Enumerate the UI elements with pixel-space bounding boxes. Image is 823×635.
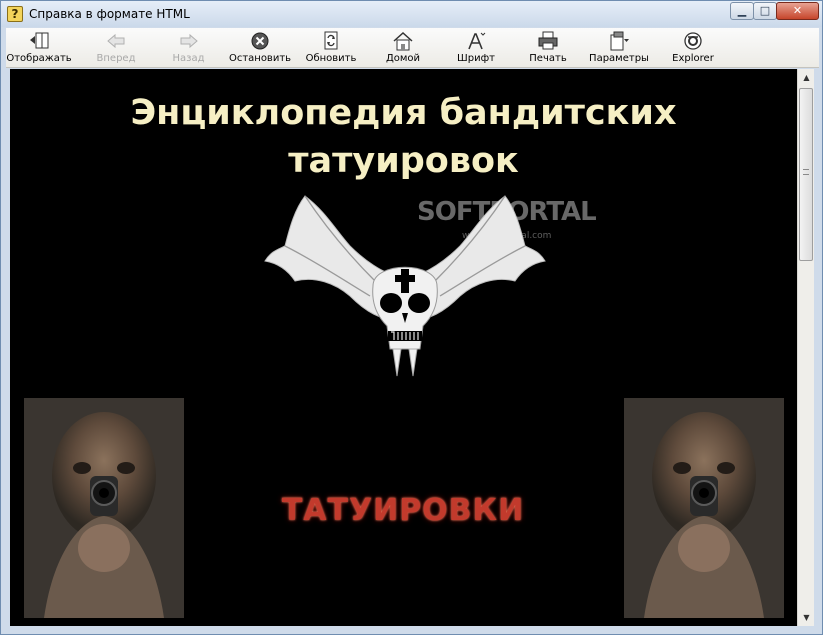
minimize-icon: ▁: [737, 4, 747, 17]
page-title-line1: Энциклопедия бандитских: [130, 93, 677, 133]
title-bar[interactable]: ? Справка в формате HTML ▁ □ ✕: [1, 1, 822, 27]
gunman-image-left: [24, 398, 184, 618]
show-button-label: Отображать: [6, 53, 72, 64]
arrow-right-icon: [180, 33, 198, 49]
minimize-button[interactable]: ▁: [730, 2, 754, 20]
close-icon: ✕: [792, 4, 803, 17]
home-button-label: Домой: [385, 53, 421, 64]
show-button[interactable]: Отображать: [6, 28, 72, 68]
scroll-down-arrow-icon[interactable]: ▼: [798, 609, 815, 626]
options-button[interactable]: Параметры: [586, 28, 652, 68]
scrollbar-thumb[interactable]: [799, 88, 813, 261]
back-button-label: Назад: [172, 53, 205, 64]
show-pane-icon: [30, 32, 49, 49]
stop-button-label: Остановить: [228, 53, 292, 64]
maximize-button[interactable]: □: [753, 2, 777, 20]
options-button-label: Параметры: [589, 53, 649, 64]
scroll-up-arrow-icon[interactable]: ▲: [798, 69, 815, 86]
explorer-button-label: Explorer: [672, 53, 714, 64]
stop-button[interactable]: Остановить: [227, 28, 293, 68]
close-button[interactable]: ✕: [776, 2, 819, 20]
page-title: Энциклопедия бандитских татуировок: [10, 89, 797, 185]
arrow-left-icon: [107, 33, 125, 49]
tattoos-link[interactable]: ТАТУИРОВКИ: [272, 481, 534, 541]
forward-button[interactable]: Вперед: [86, 28, 146, 68]
explorer-button[interactable]: Explorer: [666, 28, 720, 68]
refresh-button[interactable]: Обновить: [302, 28, 360, 68]
print-button-label: Печать: [529, 53, 567, 64]
print-button[interactable]: Печать: [521, 28, 575, 68]
forward-button-label: Вперед: [96, 53, 136, 64]
printer-icon: [538, 31, 558, 50]
home-icon: [393, 31, 413, 51]
back-button[interactable]: Назад: [161, 28, 216, 68]
refresh-button-label: Обновить: [305, 53, 357, 64]
bat-skull-image: [264, 195, 546, 377]
gunman-image-right: [624, 398, 784, 618]
vertical-scrollbar[interactable]: ▲ ▼: [797, 69, 814, 626]
maximize-icon: □: [759, 4, 771, 17]
font-button-label: Шрифт: [457, 53, 495, 64]
window-title: Справка в формате HTML: [29, 7, 190, 21]
options-icon: [610, 31, 629, 51]
help-toolbar: Отображать Вперед Назад Остановить Обнов…: [6, 28, 819, 68]
explorer-icon: [684, 32, 702, 50]
refresh-icon: [324, 31, 338, 50]
font-icon: [468, 32, 486, 50]
font-button[interactable]: Шрифт: [451, 28, 501, 68]
stop-icon: [251, 32, 269, 50]
scrollbar-grip-icon: [803, 169, 809, 175]
help-content-pane: Энциклопедия бандитских татуировок SOFTP…: [10, 69, 797, 626]
help-app-icon: ?: [7, 6, 23, 22]
help-window: ? Справка в формате HTML ▁ □ ✕ Отображат…: [0, 0, 823, 635]
page-title-line2: татуировок: [288, 141, 519, 181]
home-button[interactable]: Домой: [377, 28, 429, 68]
